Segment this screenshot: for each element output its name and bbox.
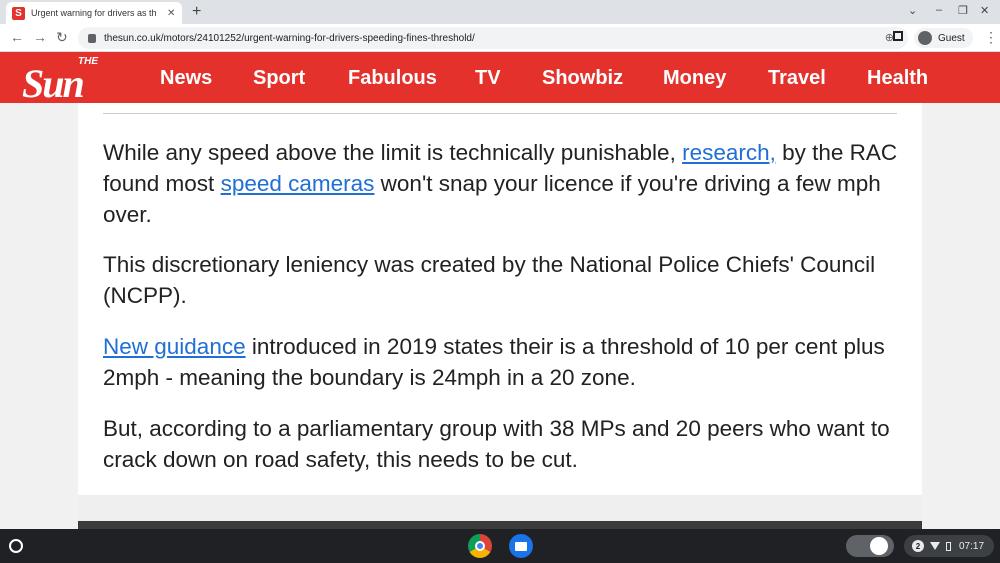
restore-icon[interactable]: ❐	[958, 4, 968, 17]
nav-tv[interactable]: TV	[475, 67, 501, 90]
launcher-icon[interactable]	[9, 539, 23, 553]
notification-count: 2	[912, 540, 924, 552]
nav-health[interactable]: Health	[867, 67, 928, 90]
sun-logo[interactable]: THE Sun	[20, 56, 148, 106]
paragraph-4: But, according to a parliamentary group …	[103, 416, 890, 472]
paragraph-3: New guidance introduced in 2019 states t…	[103, 331, 903, 393]
status-tray[interactable]: 2 07:17	[904, 535, 994, 557]
sun-favicon-icon: S	[12, 6, 25, 20]
holding-space-icon[interactable]	[846, 535, 894, 557]
paragraph-1: While any speed above the limit is techn…	[103, 137, 903, 230]
back-icon[interactable]: ←	[10, 29, 24, 45]
nav-showbiz[interactable]: Showbiz	[542, 67, 623, 90]
battery-icon	[946, 541, 951, 551]
profile-button[interactable]: Guest	[914, 28, 973, 48]
clock: 07:17	[959, 540, 985, 552]
close-window-icon[interactable]: ✕	[980, 4, 989, 17]
tab-title: Urgent warning for drivers as th	[31, 8, 157, 18]
right-gutter	[922, 103, 1000, 529]
chrome-icon[interactable]	[468, 534, 492, 558]
site-nav: THE Sun News Sport Fabulous TV Showbiz M…	[0, 52, 1000, 106]
browser-tab[interactable]: S Urgent warning for drivers as th ✕	[6, 2, 182, 24]
tab-search-icon[interactable]: ⌄	[908, 4, 917, 17]
forward-icon[interactable]: →	[33, 29, 47, 45]
nav-news[interactable]: News	[160, 67, 212, 90]
browser-toolbar: ← → ↻ thesun.co.uk/motors/24101252/urgen…	[0, 24, 1000, 52]
url-text: thesun.co.uk/motors/24101252/urgent-warn…	[104, 32, 475, 44]
address-bar[interactable]: thesun.co.uk/motors/24101252/urgent-warn…	[78, 27, 908, 49]
left-gutter	[0, 103, 78, 529]
reload-icon[interactable]: ↻	[56, 29, 68, 46]
new-guidance-link[interactable]: New guidance	[103, 334, 246, 359]
p1-text-a: While any speed above the limit is techn…	[103, 140, 683, 165]
page-footer-bar	[78, 521, 922, 529]
logo-sun: Sun	[22, 61, 85, 106]
nav-travel[interactable]: Travel	[768, 67, 826, 90]
new-tab-button[interactable]: +	[192, 3, 201, 21]
article-footer	[78, 495, 922, 522]
research-link[interactable]: research,	[682, 140, 776, 165]
sidepanel-icon[interactable]	[893, 31, 903, 41]
divider	[103, 113, 897, 114]
tab-close-icon[interactable]: ✕	[167, 8, 175, 19]
menu-icon[interactable]: ⋮	[984, 29, 998, 46]
speed-cameras-link[interactable]: speed cameras	[221, 171, 375, 196]
wifi-icon	[930, 542, 940, 550]
minimize-icon[interactable]: ‒	[936, 4, 942, 16]
nav-sport[interactable]: Sport	[253, 67, 305, 90]
nav-money[interactable]: Money	[663, 67, 726, 90]
paragraph-2: This discretionary leniency was created …	[103, 252, 876, 308]
os-shelf: 2 07:17	[0, 529, 1000, 563]
tab-strip: S Urgent warning for drivers as th ✕ + ⌄…	[0, 0, 1000, 24]
lock-icon	[88, 33, 96, 43]
article-body: While any speed above the limit is techn…	[78, 103, 922, 495]
files-icon[interactable]	[509, 534, 533, 558]
guest-avatar-icon	[918, 31, 932, 45]
nav-fabulous[interactable]: Fabulous	[348, 67, 437, 90]
profile-label: Guest	[938, 32, 965, 44]
